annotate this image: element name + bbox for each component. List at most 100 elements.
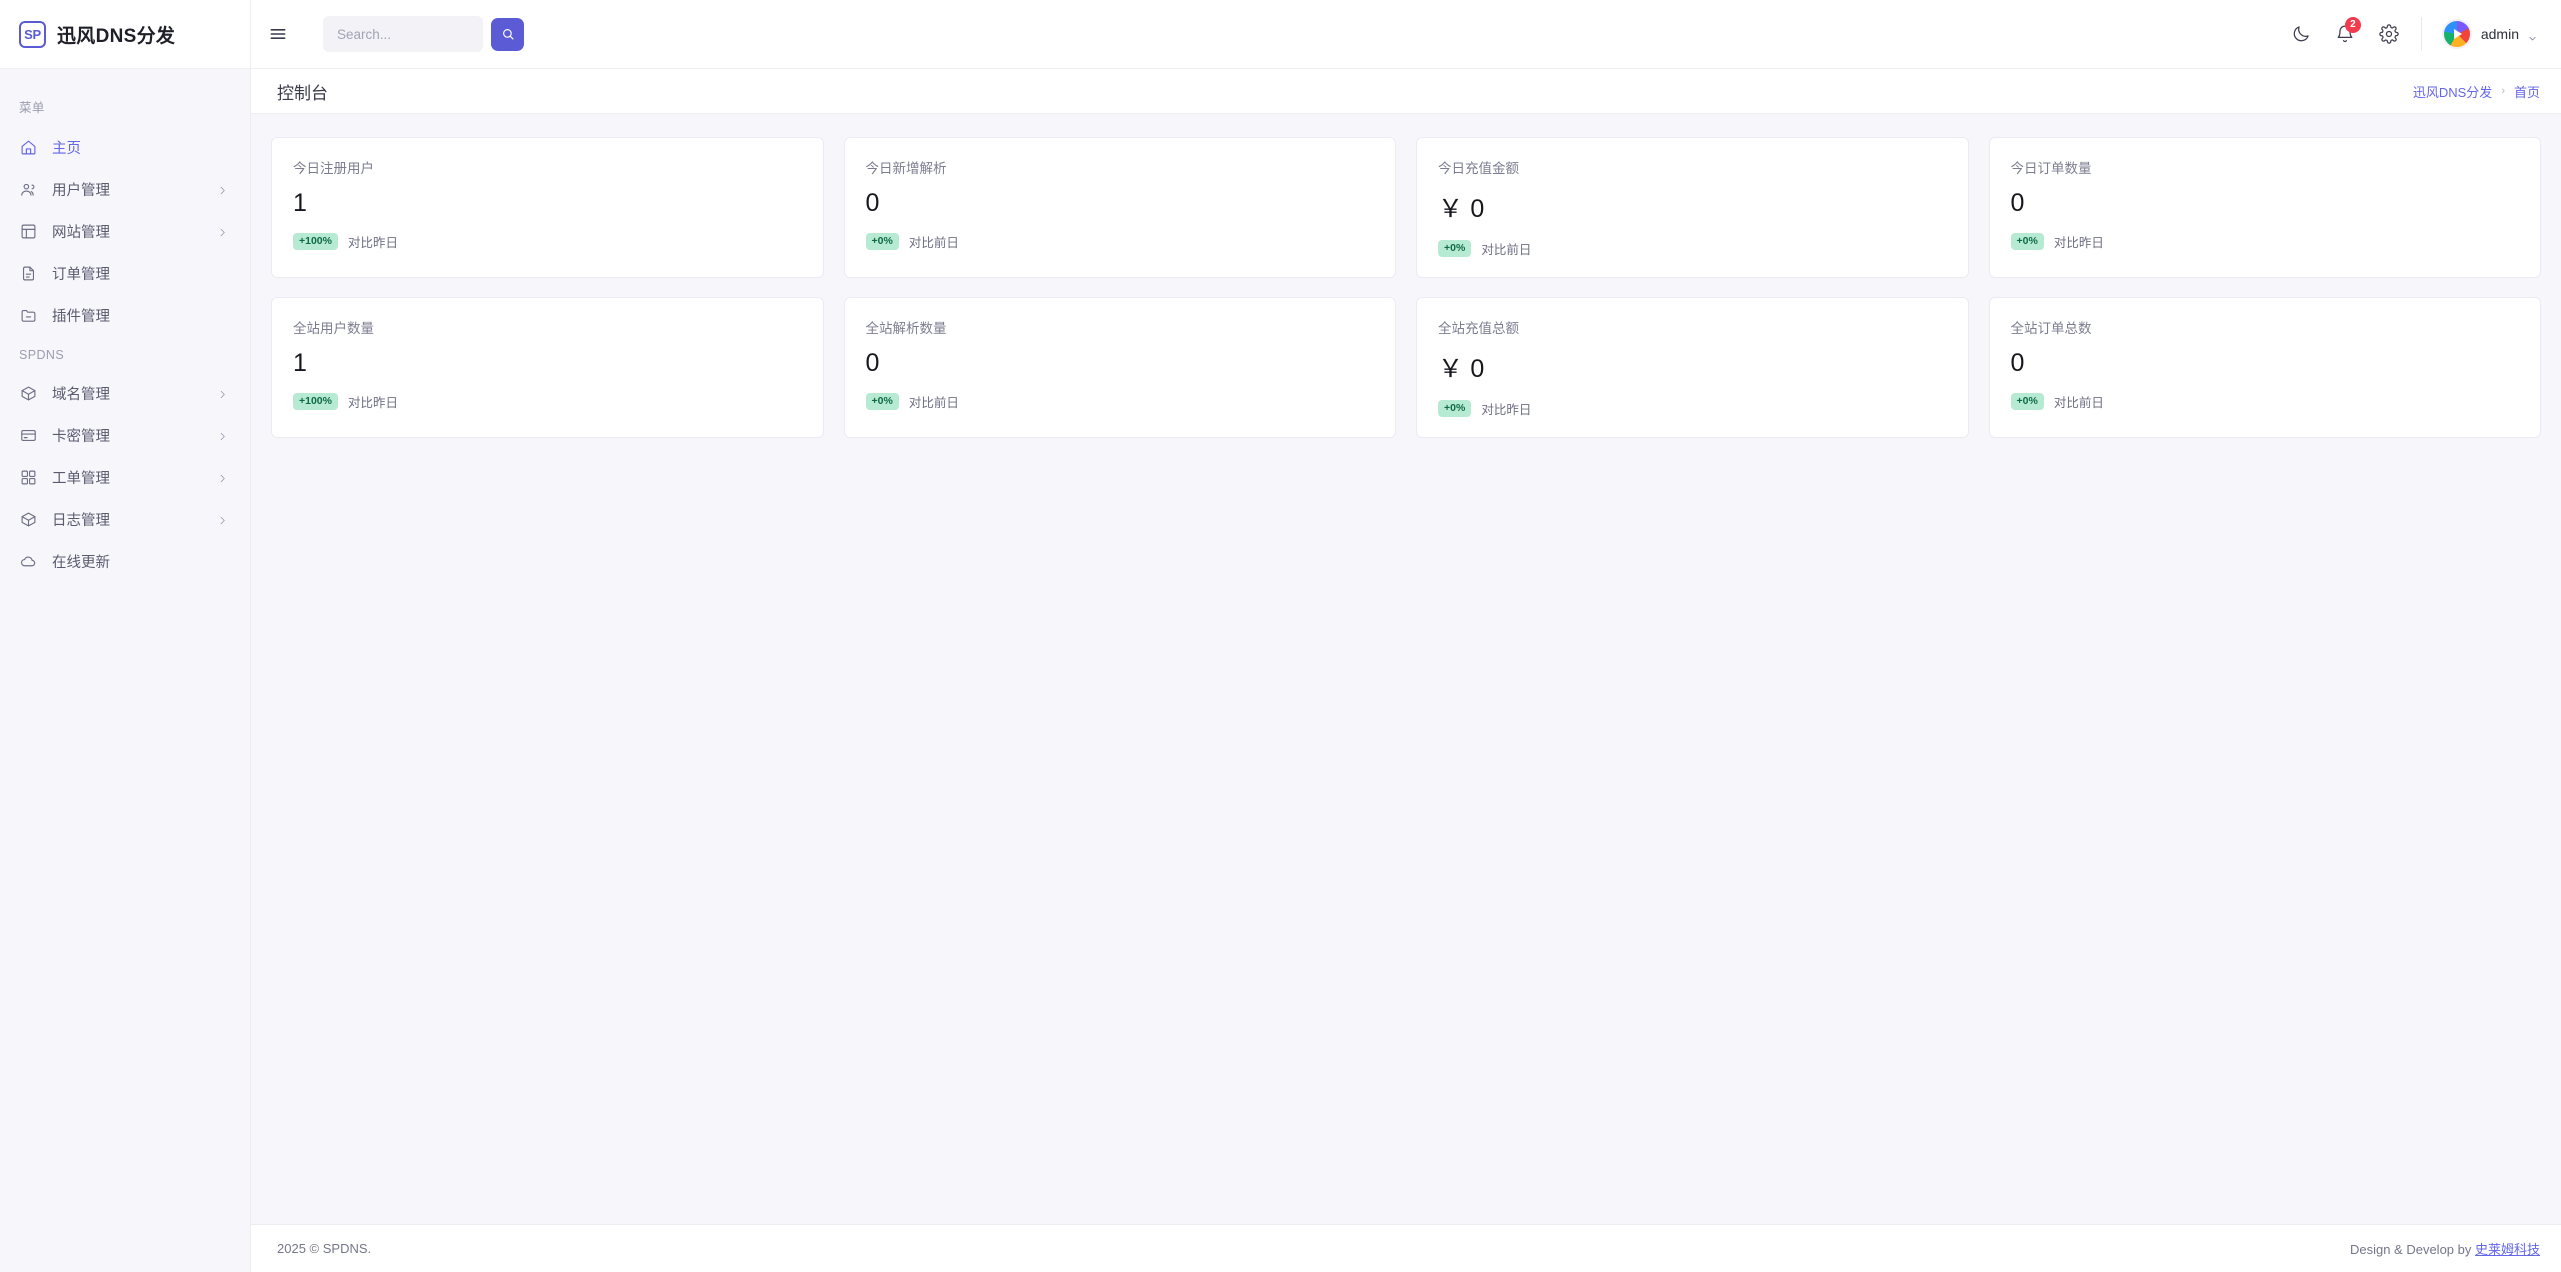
page-title: 控制台 <box>277 83 328 103</box>
stat-compare-label: 对比昨日 <box>1481 403 1532 417</box>
sidebar-caption-spdns: SPDNS <box>19 348 65 362</box>
chevron-down-icon <box>2528 30 2537 40</box>
sidebar-item-log-management[interactable]: 日志管理 <box>0 498 250 540</box>
stat-label: 今日订单数量 <box>2010 161 2092 176</box>
status-badge: +0% <box>1438 400 1472 417</box>
stat-card-row-total: 全站用户数量 1 +100% 对比昨日 全站解析数量 0 +0% 对比前日 全站… <box>271 297 2541 438</box>
stat-label: 今日充值金额 <box>1438 161 1519 176</box>
brand-logo-icon: SP <box>19 20 46 48</box>
stat-value: ￥ 0 <box>1438 355 1485 383</box>
stat-footer: +0% 对比前日 <box>1438 239 1947 258</box>
stat-label: 全站订单总数 <box>2010 321 2092 336</box>
sidebar-item-label: 订单管理 <box>52 266 110 283</box>
sidebar-item-order-management[interactable]: 订单管理 <box>0 252 250 294</box>
notifications-button[interactable]: 2 <box>2323 12 2367 56</box>
stat-label: 今日新增解析 <box>865 161 947 176</box>
sidebar-item-ticket-management[interactable]: 工单管理 <box>0 456 250 498</box>
sidebar-item-label: 插件管理 <box>52 308 110 325</box>
sidebar-item-online-update[interactable]: 在线更新 <box>0 540 250 582</box>
user-menu-button[interactable]: admin <box>2436 15 2543 53</box>
stat-value: 0 <box>865 349 880 377</box>
home-icon <box>19 138 38 157</box>
stat-value: 0 <box>2010 189 2025 217</box>
search-area <box>323 16 524 52</box>
stat-value: 0 <box>865 189 880 217</box>
stat-label: 今日注册用户 <box>293 161 374 176</box>
sidebar-item-label: 网站管理 <box>52 224 110 241</box>
sidebar-nav: 菜单 主页 用户管理 网站管理 订单管理 插件管理 SPDNS 域名管理 卡密管… <box>0 69 250 1272</box>
settings-gear-button[interactable] <box>2367 12 2411 56</box>
status-badge: +0% <box>865 393 899 410</box>
dashboard-content: 今日注册用户 1 +100% 对比昨日 今日新增解析 0 +0% 对比前日 今日… <box>251 114 2561 1224</box>
stat-compare-label: 对比前日 <box>908 236 959 250</box>
grid-icon <box>19 468 38 487</box>
topbar-divider <box>2420 17 2422 51</box>
sidebar-caption-menu: 菜单 <box>19 101 45 115</box>
sidebar-item-user-management[interactable]: 用户管理 <box>0 168 250 210</box>
footer-copyright: 2025 © SPDNS. <box>277 1241 372 1256</box>
breadcrumb-current[interactable]: 首页 <box>2514 82 2540 101</box>
sidebar-item-label: 工单管理 <box>52 470 110 487</box>
stat-value: 0 <box>2010 349 2025 377</box>
breadcrumb-root[interactable]: 迅风DNS分发 <box>2413 82 2492 101</box>
brand-title: 迅风DNS分发 <box>57 25 176 47</box>
sidebar-item-domain-management[interactable]: 域名管理 <box>0 372 250 414</box>
search-button[interactable] <box>491 17 524 51</box>
main-area: 2 admin 控制台 迅风DNS分发 › 首页 <box>251 0 2561 1272</box>
topbar-actions: 2 admin <box>2279 12 2543 56</box>
sidebar-item-plugin-management[interactable]: 插件管理 <box>0 294 250 336</box>
stat-compare-label: 对比昨日 <box>348 396 399 410</box>
chevron-right-icon <box>217 388 228 399</box>
sidebar: SP 迅风DNS分发 菜单 主页 用户管理 网站管理 订单管理 插件管理 SPD… <box>0 0 251 1272</box>
status-badge: +100% <box>293 393 338 410</box>
stat-value: 1 <box>293 349 308 377</box>
sidebar-item-label: 主页 <box>52 140 81 157</box>
status-badge: +0% <box>1438 240 1472 257</box>
sidebar-item-label: 域名管理 <box>52 386 110 403</box>
status-badge: +0% <box>2010 393 2044 410</box>
chevron-right-icon <box>217 472 228 483</box>
search-input[interactable] <box>323 16 483 52</box>
brand[interactable]: SP 迅风DNS分发 <box>0 0 250 69</box>
sidebar-item-label: 日志管理 <box>52 512 110 529</box>
notification-badge: 2 <box>2344 17 2361 33</box>
stat-compare-label: 对比昨日 <box>2053 236 2104 250</box>
stat-compare-label: 对比前日 <box>1481 243 1532 257</box>
footer-credit-link[interactable]: 史莱姆科技 <box>2475 1242 2540 1257</box>
chevron-right-icon <box>217 514 228 525</box>
layout-icon <box>19 222 38 241</box>
stat-label: 全站用户数量 <box>293 321 374 336</box>
stat-card: 全站用户数量 1 +100% 对比昨日 <box>271 297 824 438</box>
dark-mode-toggle-button[interactable] <box>2279 12 2323 56</box>
stat-card: 全站订单总数 0 +0% 对比前日 <box>1988 297 2541 438</box>
status-badge: +0% <box>2010 233 2044 250</box>
breadcrumb-separator-icon: › <box>2501 85 2505 97</box>
status-badge: +0% <box>865 233 899 250</box>
users-icon <box>19 180 38 199</box>
sidebar-section-spdns: SPDNS 域名管理 卡密管理 工单管理 日志管理 在线更新 <box>0 336 250 582</box>
stat-card: 全站解析数量 0 +0% 对比前日 <box>843 297 1396 438</box>
stat-label: 全站充值总额 <box>1438 321 1519 336</box>
stat-value: ￥ 0 <box>1438 195 1485 223</box>
sidebar-item-card-key-management[interactable]: 卡密管理 <box>0 414 250 456</box>
user-name: admin <box>2480 26 2519 42</box>
cloud-icon <box>19 552 38 571</box>
sidebar-item-label: 在线更新 <box>52 554 110 571</box>
sidebar-section-menu: 菜单 主页 用户管理 网站管理 订单管理 插件管理 <box>0 85 250 336</box>
stat-card-row-today: 今日注册用户 1 +100% 对比昨日 今日新增解析 0 +0% 对比前日 今日… <box>271 137 2541 278</box>
sidebar-item-home[interactable]: 主页 <box>0 126 250 168</box>
stat-compare-label: 对比前日 <box>908 396 959 410</box>
sidebar-item-label: 用户管理 <box>52 182 110 199</box>
folder-minus-icon <box>19 306 38 325</box>
footer: 2025 © SPDNS. Design & Develop by 史莱姆科技 <box>251 1224 2561 1272</box>
sidebar-item-site-management[interactable]: 网站管理 <box>0 210 250 252</box>
stat-card: 今日新增解析 0 +0% 对比前日 <box>843 137 1396 278</box>
stat-card: 今日充值金额 ￥ 0 +0% 对比前日 <box>1416 137 1969 278</box>
status-badge: +100% <box>293 233 338 250</box>
stat-card: 全站充值总额 ￥ 0 +0% 对比昨日 <box>1416 297 1969 438</box>
stat-compare-label: 对比昨日 <box>348 236 399 250</box>
credit-card-icon <box>19 426 38 445</box>
footer-credit-prefix: Design & Develop by <box>2349 1242 2475 1257</box>
menu-toggle-button[interactable] <box>251 0 305 69</box>
avatar <box>2441 19 2472 49</box>
